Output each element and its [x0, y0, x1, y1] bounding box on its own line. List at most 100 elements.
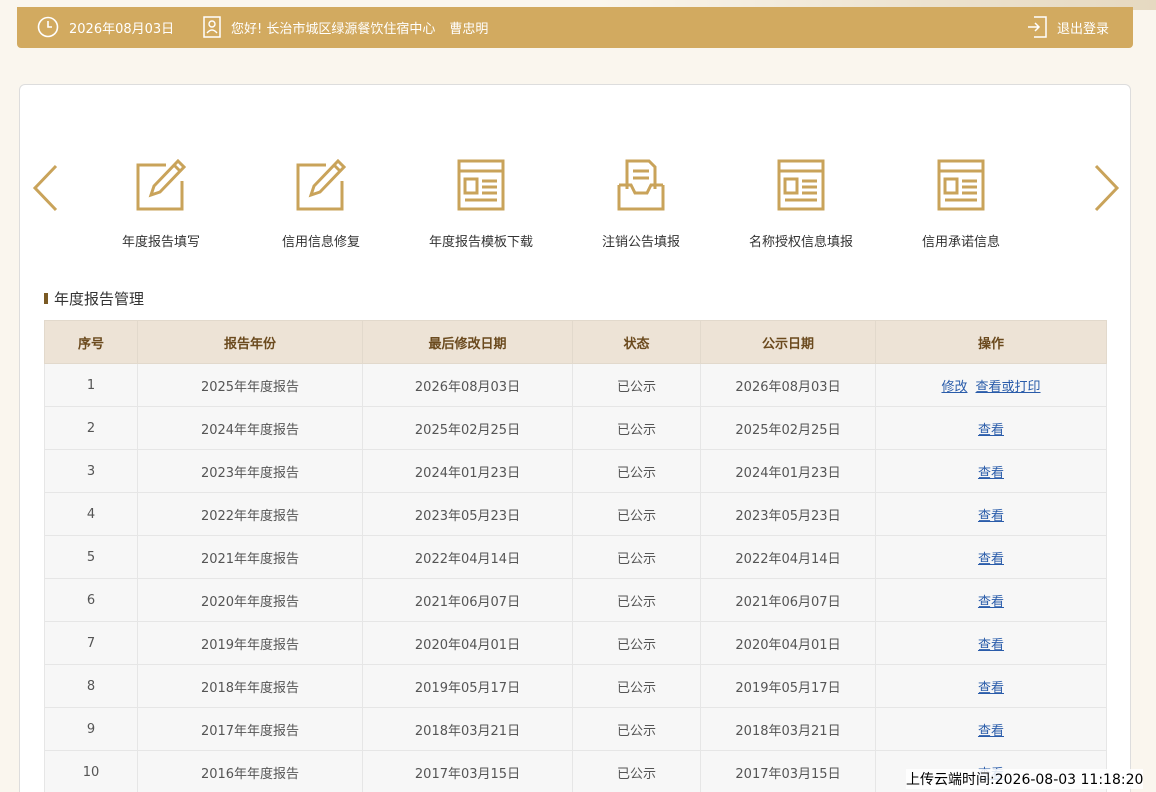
cell-report-year: 2018年年度报告 — [137, 664, 363, 708]
view-link[interactable]: 查看 — [978, 423, 1004, 438]
view-link[interactable]: 查看 — [978, 595, 1004, 610]
cell-last-modified: 2021年06月07日 — [362, 578, 573, 622]
cell-status: 已公示 — [572, 707, 701, 751]
cell-last-modified: 2017年03月15日 — [362, 750, 573, 792]
cell-actions: 查看 — [875, 535, 1107, 579]
nav-label: 名称授权信息填报 — [748, 235, 853, 250]
view-link[interactable]: 查看 — [978, 681, 1004, 696]
cell-index: 8 — [44, 664, 138, 708]
cell-actions: 修改 查看或打印 — [875, 363, 1107, 407]
edit-form-icon — [81, 157, 241, 213]
cell-actions: 查看 — [875, 406, 1107, 450]
user-greeting: 您好! 长治市城区绿源餐饮住宿中心 曹忠明 — [203, 16, 488, 38]
header-last-modified: 最后修改日期 — [362, 320, 573, 364]
cell-publish-date: 2018年03月21日 — [700, 707, 876, 751]
main-panel: 年度报告填写 信用信息修复 年度报告模板下载 注销公告填报 名称授权信息填报 信… — [19, 84, 1131, 792]
header-publish-date: 公示日期 — [700, 320, 876, 364]
nav-label: 信用信息修复 — [281, 235, 360, 250]
top-bar: 2026年08月03日 您好! 长治市城区绿源餐饮住宿中心 曹忠明 退出登录 — [17, 7, 1133, 48]
cell-index: 4 — [44, 492, 138, 536]
nav-template-download[interactable]: 年度报告模板下载 — [401, 157, 561, 250]
cell-status: 已公示 — [572, 750, 701, 792]
cell-publish-date: 2024年01月23日 — [700, 449, 876, 493]
header-report-year: 报告年份 — [137, 320, 363, 364]
cell-index: 5 — [44, 535, 138, 579]
table-row: 8 2018年年度报告 2019年05月17日 已公示 2019年05月17日 查看 — [44, 664, 1107, 708]
cell-last-modified: 2020年04月01日 — [362, 621, 573, 665]
inbox-document-icon — [561, 157, 721, 213]
nav-credit-commitment[interactable]: 信用承诺信息 — [881, 157, 1041, 250]
cell-index: 6 — [44, 578, 138, 622]
logout-label: 退出登录 — [1056, 21, 1109, 37]
view-link[interactable]: 查看 — [978, 552, 1004, 567]
cell-index: 9 — [44, 707, 138, 751]
cell-report-year: 2020年年度报告 — [137, 578, 363, 622]
nav-cancellation-notice[interactable]: 注销公告填报 — [561, 157, 721, 250]
nav-label: 注销公告填报 — [601, 235, 680, 250]
cell-report-year: 2016年年度报告 — [137, 750, 363, 792]
cell-publish-date: 2020年04月01日 — [700, 621, 876, 665]
cell-report-year: 2022年年度报告 — [137, 492, 363, 536]
edit-form-icon — [241, 157, 401, 213]
cell-actions: 查看 — [875, 449, 1107, 493]
cell-status: 已公示 — [572, 621, 701, 665]
cell-index: 1 — [44, 363, 138, 407]
table-header-row: 序号 报告年份 最后修改日期 状态 公示日期 操作 — [44, 320, 1107, 364]
view-link[interactable]: 查看 — [978, 509, 1004, 524]
cell-report-year: 2021年年度报告 — [137, 535, 363, 579]
view-link[interactable]: 查看 — [978, 638, 1004, 653]
cell-last-modified: 2018年03月21日 — [362, 707, 573, 751]
cell-publish-date: 2023年05月23日 — [700, 492, 876, 536]
cell-last-modified: 2025年02月25日 — [362, 406, 573, 450]
nav-annual-report-fill[interactable]: 年度报告填写 — [81, 157, 241, 250]
cell-publish-date: 2026年08月03日 — [700, 363, 876, 407]
view-link[interactable]: 查看 — [978, 466, 1004, 481]
nav-label: 信用承诺信息 — [921, 235, 1000, 250]
table-row: 4 2022年年度报告 2023年05月23日 已公示 2023年05月23日 查看 — [44, 492, 1107, 536]
cell-report-year: 2019年年度报告 — [137, 621, 363, 665]
cell-index: 3 — [44, 449, 138, 493]
cell-status: 已公示 — [572, 535, 701, 579]
date-display: 2026年08月03日 — [37, 16, 174, 38]
cell-last-modified: 2023年05月23日 — [362, 492, 573, 536]
chevron-left-icon — [30, 164, 60, 217]
nav-credit-repair[interactable]: 信用信息修复 — [241, 157, 401, 250]
view-link[interactable]: 查看 — [978, 724, 1004, 739]
cell-publish-date: 2019年05月17日 — [700, 664, 876, 708]
user-profile-icon — [203, 16, 221, 38]
carousel-prev-button[interactable] — [30, 163, 60, 217]
cell-status: 已公示 — [572, 406, 701, 450]
cell-status: 已公示 — [572, 578, 701, 622]
cell-actions: 查看 — [875, 707, 1107, 751]
greeting-text: 您好! 长治市城区绿源餐饮住宿中心 — [231, 21, 436, 37]
cell-report-year: 2023年年度报告 — [137, 449, 363, 493]
cell-last-modified: 2026年08月03日 — [362, 363, 573, 407]
header-status: 状态 — [572, 320, 701, 364]
cell-last-modified: 2022年04月14日 — [362, 535, 573, 579]
logout-button[interactable]: 退出登录 — [1027, 16, 1109, 38]
table-row: 9 2017年年度报告 2018年03月21日 已公示 2018年03月21日 查看 — [44, 707, 1107, 751]
table-body: 1 2025年年度报告 2026年08月03日 已公示 2026年08月03日 修改 查看或… — [44, 363, 1107, 792]
user-name: 曹忠明 — [449, 21, 489, 37]
nav-label: 年度报告填写 — [121, 235, 200, 250]
document-window-icon — [881, 157, 1041, 213]
title-marker — [44, 293, 48, 304]
carousel-next-button[interactable] — [1092, 163, 1122, 217]
cell-status: 已公示 — [572, 492, 701, 536]
cell-publish-date: 2017年03月15日 — [700, 750, 876, 792]
cell-actions: 查看 — [875, 664, 1107, 708]
cell-status: 已公示 — [572, 449, 701, 493]
cell-last-modified: 2024年01月23日 — [362, 449, 573, 493]
cell-index: 2 — [44, 406, 138, 450]
header-index: 序号 — [44, 320, 138, 364]
cell-report-year: 2025年年度报告 — [137, 363, 363, 407]
edit-link[interactable]: 修改 — [941, 380, 967, 395]
cell-publish-date: 2025年02月25日 — [700, 406, 876, 450]
cell-report-year: 2017年年度报告 — [137, 707, 363, 751]
current-date: 2026年08月03日 — [69, 21, 175, 37]
document-window-icon — [721, 157, 881, 213]
cell-actions: 查看 — [875, 621, 1107, 665]
view-print-link[interactable]: 查看或打印 — [976, 380, 1041, 395]
annual-report-table: 序号 报告年份 最后修改日期 状态 公示日期 操作 1 2025年年度报告 2026… — [44, 320, 1107, 792]
nav-name-authorization[interactable]: 名称授权信息填报 — [721, 157, 881, 250]
